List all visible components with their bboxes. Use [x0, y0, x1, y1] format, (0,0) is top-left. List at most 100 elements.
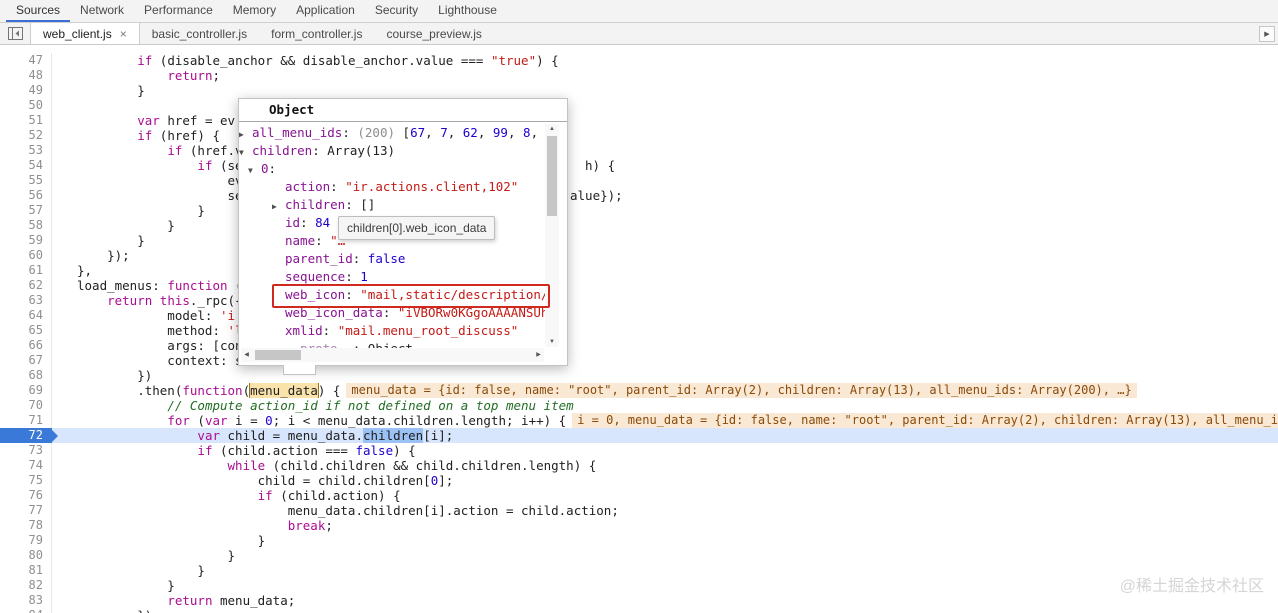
tab-scroll-right-icon[interactable]: ▶: [1259, 26, 1275, 42]
line-number[interactable]: 50: [0, 98, 52, 113]
line-number[interactable]: 63: [0, 293, 52, 308]
line-number[interactable]: 65: [0, 323, 52, 338]
code-line-content[interactable]: for (var i = 0; i < menu_data.children.l…: [52, 413, 1278, 428]
code-line-content[interactable]: if (href) {: [52, 128, 1278, 143]
panel-tab-security[interactable]: Security: [365, 0, 428, 22]
code-line-content[interactable]: // Compute action_id if not defined on a…: [52, 398, 1278, 413]
line-number[interactable]: 51: [0, 113, 52, 128]
line-number[interactable]: 80: [0, 548, 52, 563]
line-number[interactable]: 81: [0, 563, 52, 578]
file-tab-course_preview.js[interactable]: course_preview.js: [374, 23, 493, 44]
code-line-content[interactable]: });: [52, 248, 1278, 263]
code-line-content[interactable]: if (child.action) {: [52, 488, 1278, 503]
code-line-content[interactable]: args: [con: [52, 338, 1278, 353]
code-line-content[interactable]: return menu_data;: [52, 593, 1278, 608]
line-number[interactable]: 71: [0, 413, 52, 428]
line-number[interactable]: 68: [0, 368, 52, 383]
line-number[interactable]: 49: [0, 83, 52, 98]
line-number[interactable]: 83: [0, 593, 52, 608]
line-number[interactable]: 75: [0, 473, 52, 488]
scroll-left-icon[interactable]: ◀: [241, 348, 252, 362]
caret-down-icon[interactable]: ▼: [248, 162, 261, 178]
file-tab-form_controller.js[interactable]: form_controller.js: [259, 23, 374, 44]
code-line-content[interactable]: },: [52, 263, 1278, 278]
file-tab-basic_controller.js[interactable]: basic_controller.js: [140, 23, 259, 44]
line-number[interactable]: 78: [0, 518, 52, 533]
line-number[interactable]: 84: [0, 608, 52, 613]
code-line-content[interactable]: context: s: [52, 353, 1278, 368]
code-line-content[interactable]: }: [52, 218, 1278, 233]
code-line-content[interactable]: var child = menu_data.children[i];: [52, 428, 1278, 443]
code-editor[interactable]: 47 if (disable_anchor && disable_anchor.…: [0, 45, 1278, 613]
line-number[interactable]: 57: [0, 203, 52, 218]
caret-down-icon[interactable]: ▼: [239, 144, 252, 160]
line-number[interactable]: 72: [0, 428, 58, 443]
code-line-content[interactable]: }: [52, 578, 1278, 593]
line-number[interactable]: 79: [0, 533, 52, 548]
panel-tab-application[interactable]: Application: [286, 0, 365, 22]
panel-tab-sources[interactable]: Sources: [6, 0, 71, 22]
code-line-content[interactable]: if (se: [52, 158, 1278, 173]
object-property-children[interactable]: ▼ children: Array(13): [239, 142, 553, 160]
code-line-content[interactable]: menu_data.children[i].action = child.act…: [52, 503, 1278, 518]
line-number[interactable]: 69: [0, 383, 52, 398]
line-number[interactable]: 64: [0, 308, 52, 323]
line-number[interactable]: 73: [0, 443, 52, 458]
code-line-content[interactable]: }: [52, 233, 1278, 248]
horizontal-scrollbar-thumb[interactable]: [255, 350, 301, 360]
scroll-up-icon[interactable]: ▲: [545, 124, 559, 134]
code-line-content[interactable]: break;: [52, 518, 1278, 533]
scroll-right-icon[interactable]: ▶: [533, 348, 544, 362]
code-line-content[interactable]: }: [52, 533, 1278, 548]
code-line-content[interactable]: ev: [52, 173, 1278, 188]
line-number[interactable]: 67: [0, 353, 52, 368]
popover-horizontal-scrollbar[interactable]: ◀ ▶: [241, 348, 544, 362]
line-number[interactable]: 77: [0, 503, 52, 518]
code-line-content[interactable]: .then(function(menu_data) {menu_data = {…: [52, 383, 1278, 398]
line-number[interactable]: 62: [0, 278, 52, 293]
line-number[interactable]: 58: [0, 218, 52, 233]
code-line-content[interactable]: while (child.children && child.children.…: [52, 458, 1278, 473]
code-line-content[interactable]: return;: [52, 68, 1278, 83]
close-tab-icon[interactable]: ×: [120, 28, 127, 40]
code-line-content[interactable]: method: 'l: [52, 323, 1278, 338]
code-line-content[interactable]: if (disable_anchor && disable_anchor.val…: [52, 53, 1278, 68]
line-number[interactable]: 76: [0, 488, 52, 503]
object-property-all_menu_ids[interactable]: ▶ all_menu_ids: (200) [67, 7, 62, 99, 8, …: [239, 124, 553, 142]
code-line-content[interactable]: se: [52, 188, 1278, 203]
code-line-content[interactable]: }: [52, 548, 1278, 563]
code-line-content[interactable]: if (child.action === false) {: [52, 443, 1278, 458]
line-number[interactable]: 55: [0, 173, 52, 188]
line-number[interactable]: 53: [0, 143, 52, 158]
line-number[interactable]: 52: [0, 128, 52, 143]
code-line-content[interactable]: load_menus: function (: [52, 278, 1278, 293]
panel-tab-memory[interactable]: Memory: [223, 0, 286, 22]
code-line-content[interactable]: }: [52, 83, 1278, 98]
code-line-content[interactable]: if (href.v: [52, 143, 1278, 158]
line-number[interactable]: 66: [0, 338, 52, 353]
line-number[interactable]: 59: [0, 233, 52, 248]
popover-vertical-scrollbar[interactable]: ▲ ▼: [545, 124, 559, 347]
line-number[interactable]: 60: [0, 248, 52, 263]
file-tab-web_client.js[interactable]: web_client.js ×: [30, 23, 140, 44]
panel-tab-performance[interactable]: Performance: [134, 0, 223, 22]
line-number[interactable]: 56: [0, 188, 52, 203]
object-property-0[interactable]: ▼ 0:: [239, 160, 553, 178]
line-number[interactable]: 47: [0, 53, 52, 68]
code-line-content[interactable]: }): [52, 608, 1278, 613]
code-line-content[interactable]: [52, 98, 1278, 113]
line-number[interactable]: 70: [0, 398, 52, 413]
object-property-children[interactable]: ▶ children: []: [239, 196, 553, 214]
caret-right-icon[interactable]: ▶: [239, 126, 252, 142]
line-number[interactable]: 48: [0, 68, 52, 83]
line-number[interactable]: 74: [0, 458, 52, 473]
code-line-content[interactable]: }): [52, 368, 1278, 383]
line-number[interactable]: 61: [0, 263, 52, 278]
panel-tab-lighthouse[interactable]: Lighthouse: [428, 0, 507, 22]
code-line-content[interactable]: }: [52, 203, 1278, 218]
line-number[interactable]: 82: [0, 578, 52, 593]
line-number[interactable]: 54: [0, 158, 52, 173]
vertical-scrollbar-thumb[interactable]: [547, 136, 557, 216]
panel-tab-network[interactable]: Network: [70, 0, 134, 22]
scroll-down-icon[interactable]: ▼: [545, 337, 559, 347]
